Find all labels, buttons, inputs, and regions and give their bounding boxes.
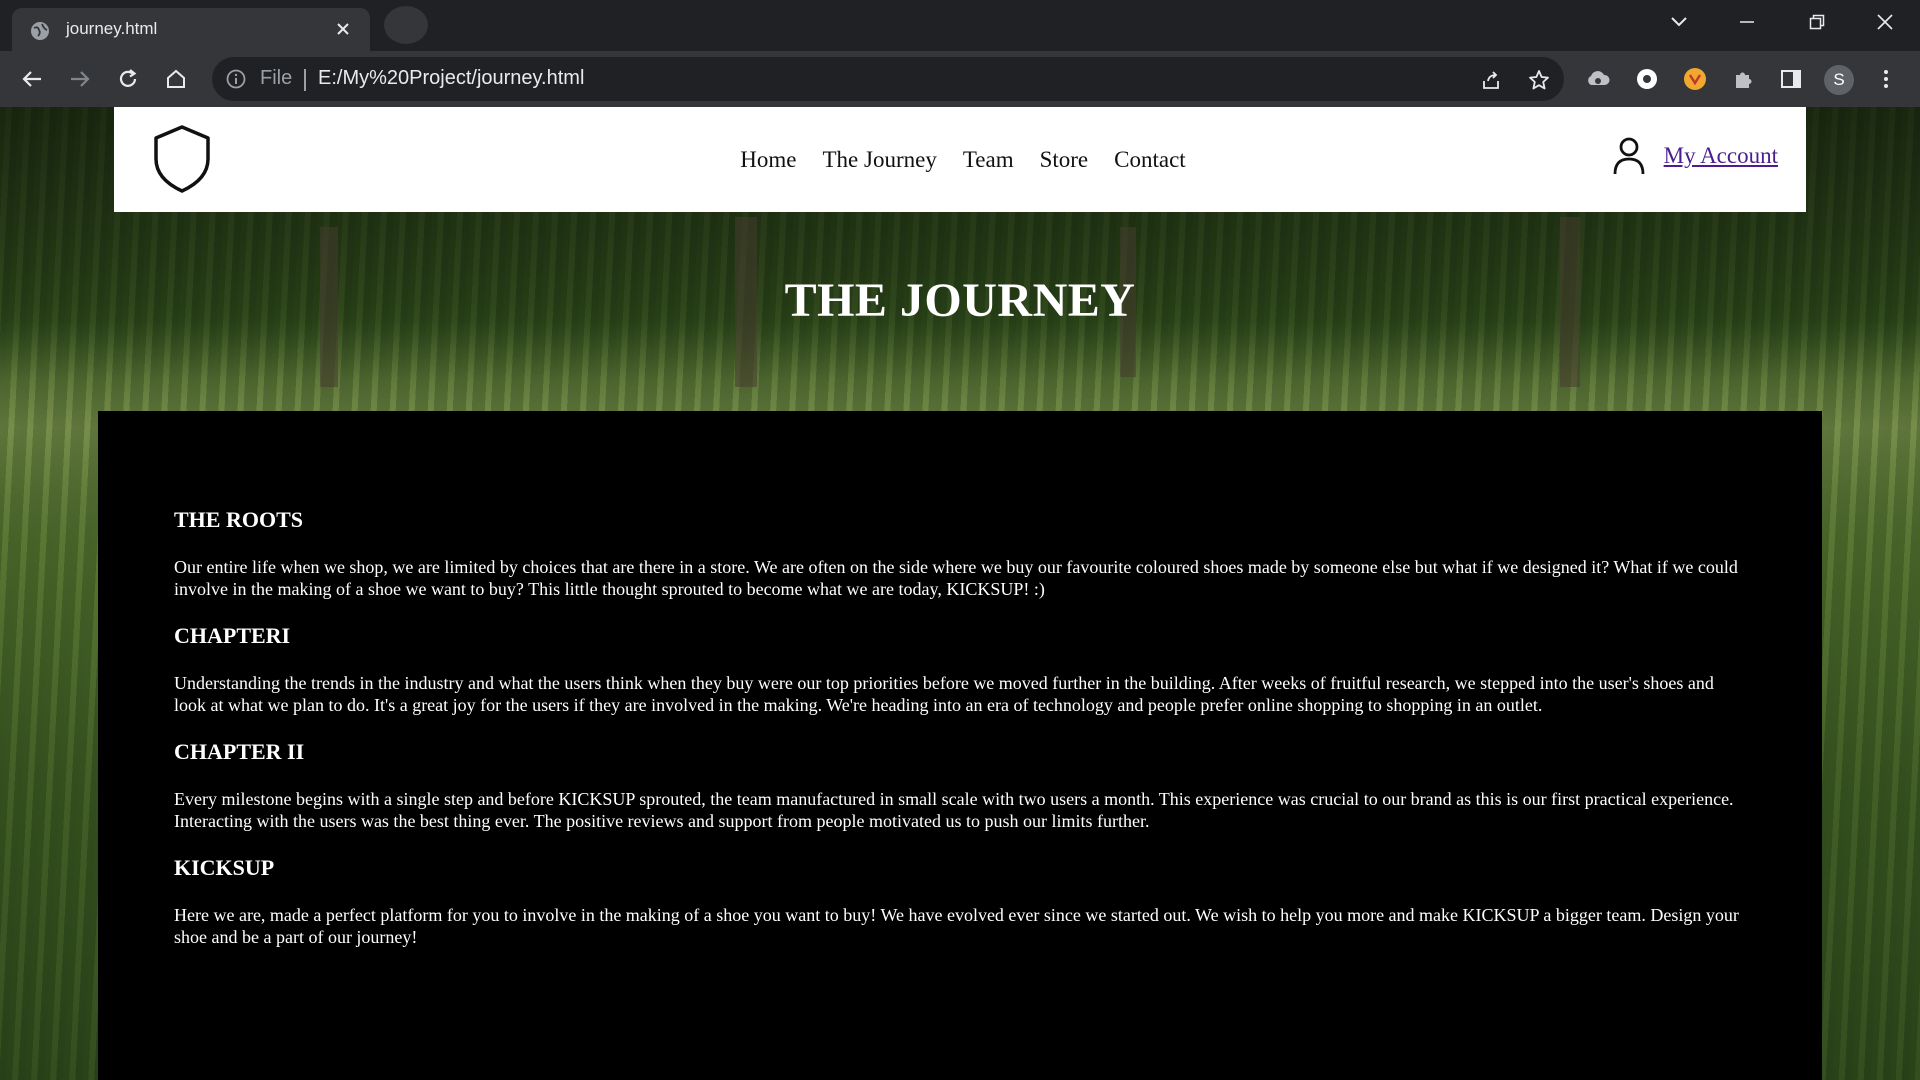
address-divider xyxy=(304,69,306,91)
site-header: Home The Journey Team Store Contact My A… xyxy=(114,107,1806,212)
my-account-link[interactable]: My Account xyxy=(1664,143,1778,169)
user-icon[interactable] xyxy=(1612,137,1646,175)
tab-title: journey.html xyxy=(66,19,158,38)
chevron-down-icon xyxy=(1671,17,1687,27)
page-title: THE JOURNEY xyxy=(784,274,1136,327)
reload-button[interactable] xyxy=(114,65,142,93)
tab-search-button[interactable] xyxy=(1644,0,1714,44)
info-icon[interactable] xyxy=(226,69,246,89)
star-icon xyxy=(1529,70,1549,90)
browser-menu-button[interactable] xyxy=(1872,65,1900,93)
home-button[interactable] xyxy=(162,65,190,93)
restore-icon xyxy=(1809,14,1825,30)
section-heading: KICKSUP xyxy=(174,855,275,880)
nav-link-the-journey[interactable]: The Journey xyxy=(823,147,937,173)
journey-content: THE ROOTS Our entire life when we shop, … xyxy=(98,411,1822,1080)
account-area: My Account xyxy=(1612,137,1778,175)
globe-icon xyxy=(31,22,49,40)
section-text: Understanding the trends in the industry… xyxy=(174,673,1714,715)
nav-link-home[interactable]: Home xyxy=(740,147,796,173)
section-text: Every milestone begins with a single ste… xyxy=(174,789,1734,831)
browser-toolbar: File E:/My%20Project/journey.html S xyxy=(0,51,1920,107)
share-button[interactable] xyxy=(1478,67,1504,93)
section-text: Our entire life when we shop, we are lim… xyxy=(174,557,1738,599)
nav-link-store[interactable]: Store xyxy=(1040,147,1089,173)
address-url[interactable]: E:/My%20Project/journey.html xyxy=(318,67,584,90)
bookmark-button[interactable] xyxy=(1526,67,1552,93)
close-window-button[interactable] xyxy=(1850,0,1920,44)
arrow-right-icon xyxy=(71,71,90,87)
extension-cloud-icon xyxy=(1588,71,1610,85)
side-panel-button[interactable] xyxy=(1777,65,1805,93)
section-heading: CHAPTERI xyxy=(174,623,291,648)
home-icon xyxy=(167,69,185,88)
section-heading: THE ROOTS xyxy=(174,507,303,532)
close-tab-icon[interactable] xyxy=(334,20,352,38)
section-heading: CHAPTER II xyxy=(174,739,305,764)
extension-badge-icon xyxy=(1684,68,1706,90)
reload-icon xyxy=(119,69,137,87)
arrow-left-icon xyxy=(22,71,41,87)
puzzle-icon xyxy=(1736,72,1752,88)
nav-link-team[interactable]: Team xyxy=(963,147,1014,173)
side-panel-icon xyxy=(1781,70,1801,88)
profile-avatar[interactable]: S xyxy=(1824,65,1854,95)
forward-button[interactable] xyxy=(66,65,94,93)
extension-button[interactable] xyxy=(1681,65,1709,93)
extension-circle-icon xyxy=(1637,69,1657,89)
nav-link-contact[interactable]: Contact xyxy=(1114,147,1186,173)
minimize-icon xyxy=(1740,21,1754,23)
restore-button[interactable] xyxy=(1782,0,1852,44)
share-icon xyxy=(1483,71,1499,89)
browser-tabstrip: journey.html xyxy=(0,0,1920,51)
browser-tab-active[interactable]: journey.html xyxy=(12,8,370,51)
address-bar[interactable]: File E:/My%20Project/journey.html xyxy=(212,57,1564,101)
back-button[interactable] xyxy=(18,65,46,93)
section-text: Here we are, made a perfect platform for… xyxy=(174,905,1739,947)
extensions-menu-button[interactable] xyxy=(1729,65,1757,93)
main-nav: Home The Journey Team Store Contact xyxy=(114,107,1806,212)
more-vert-icon xyxy=(1884,70,1888,88)
extension-button[interactable] xyxy=(1584,65,1612,93)
new-tab-button[interactable] xyxy=(384,6,428,44)
extension-button[interactable] xyxy=(1633,65,1661,93)
page-viewport: Home The Journey Team Store Contact My A… xyxy=(0,107,1920,1080)
minimize-button[interactable] xyxy=(1712,0,1782,44)
address-scheme: File xyxy=(260,67,293,89)
close-icon xyxy=(1877,14,1893,30)
